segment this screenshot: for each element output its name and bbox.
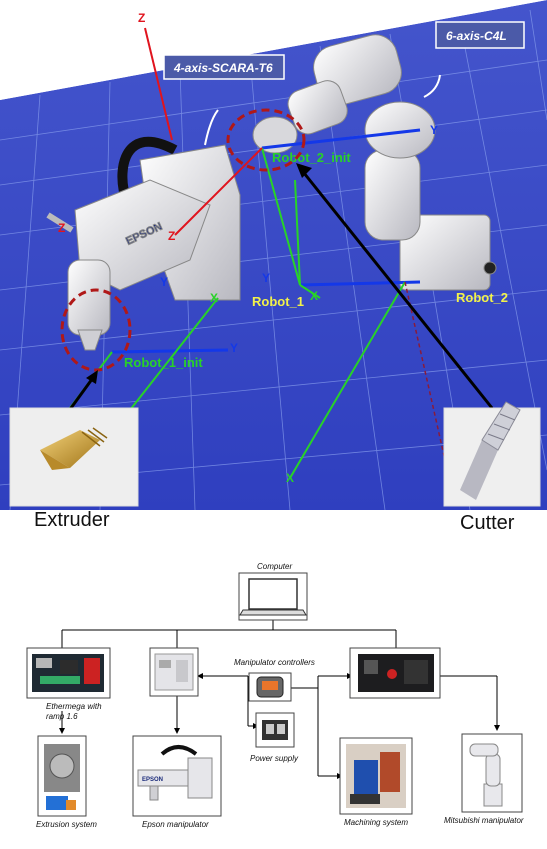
axis-x-label: X — [310, 289, 318, 303]
controllers-label: Manipulator controllers — [234, 658, 315, 667]
system-architecture-diagram: EPSON Computer Ethermega with ramp 1.6 M… — [0, 548, 547, 844]
axis-z-label: Z — [168, 229, 175, 243]
extrusion-system-icon — [37, 735, 87, 817]
epson-manipulator-icon: EPSON — [132, 735, 222, 817]
six-axis-callout-text: 6-axis-C4L — [446, 29, 507, 43]
axis-y-label: Y — [160, 275, 168, 289]
diagram-connectors: EPSON — [26, 572, 523, 817]
epson-brand-text: EPSON — [142, 777, 163, 783]
board-label: Ethermega with ramp 1.6 — [46, 702, 102, 721]
power-supply-label: Power supply — [250, 754, 299, 763]
extruder-caption: Extruder — [34, 509, 110, 531]
scara-callout-text: 4-axis-SCARA-T6 — [173, 61, 273, 75]
cutter-inset — [443, 401, 541, 507]
computer-icon — [238, 572, 308, 621]
axis-y-label: Y — [230, 341, 238, 355]
ethermega-board-icon — [26, 647, 111, 699]
mitsubishi-manipulator-label: Mitsubishi manipulator — [444, 816, 524, 825]
power-supply-icon — [255, 712, 295, 748]
mitsubishi-manipulator-icon — [461, 733, 523, 813]
robot2-label: Robot_2 — [456, 290, 508, 305]
machining-system-icon — [339, 737, 413, 815]
mitsubishi-controller-icon — [349, 647, 441, 699]
robot-cell-scene: EPSON Z Z Z Y Y Y Y X X X Robot_1 Robot_… — [0, 0, 547, 510]
axis-y-label: Y — [430, 123, 438, 137]
robot2-init-label: Robot_2_init — [272, 150, 351, 165]
cutter-caption: Cutter — [460, 512, 515, 534]
epson-manipulator-label: Epson manipulator — [142, 820, 209, 829]
extrusion-system-label: Extrusion system — [36, 820, 97, 829]
axis-z-label: Z — [58, 221, 65, 235]
teach-pendant-icon — [248, 672, 292, 702]
computer-label: Computer — [257, 562, 293, 571]
axis-x-label: X — [286, 471, 294, 485]
scene-canvas: EPSON Z Z Z Y Y Y Y X X X Robot_1 Robot_… — [0, 0, 547, 510]
machining-system-label: Machining system — [344, 818, 409, 827]
robot1-init-label: Robot_1_init — [124, 355, 203, 370]
extruder-inset — [9, 407, 139, 507]
axis-y-label: Y — [262, 271, 270, 285]
robot1-label: Robot_1 — [252, 294, 304, 309]
epson-controller-icon — [149, 647, 199, 697]
axis-z-label: Z — [138, 11, 145, 25]
axis-x-label: X — [210, 291, 218, 305]
